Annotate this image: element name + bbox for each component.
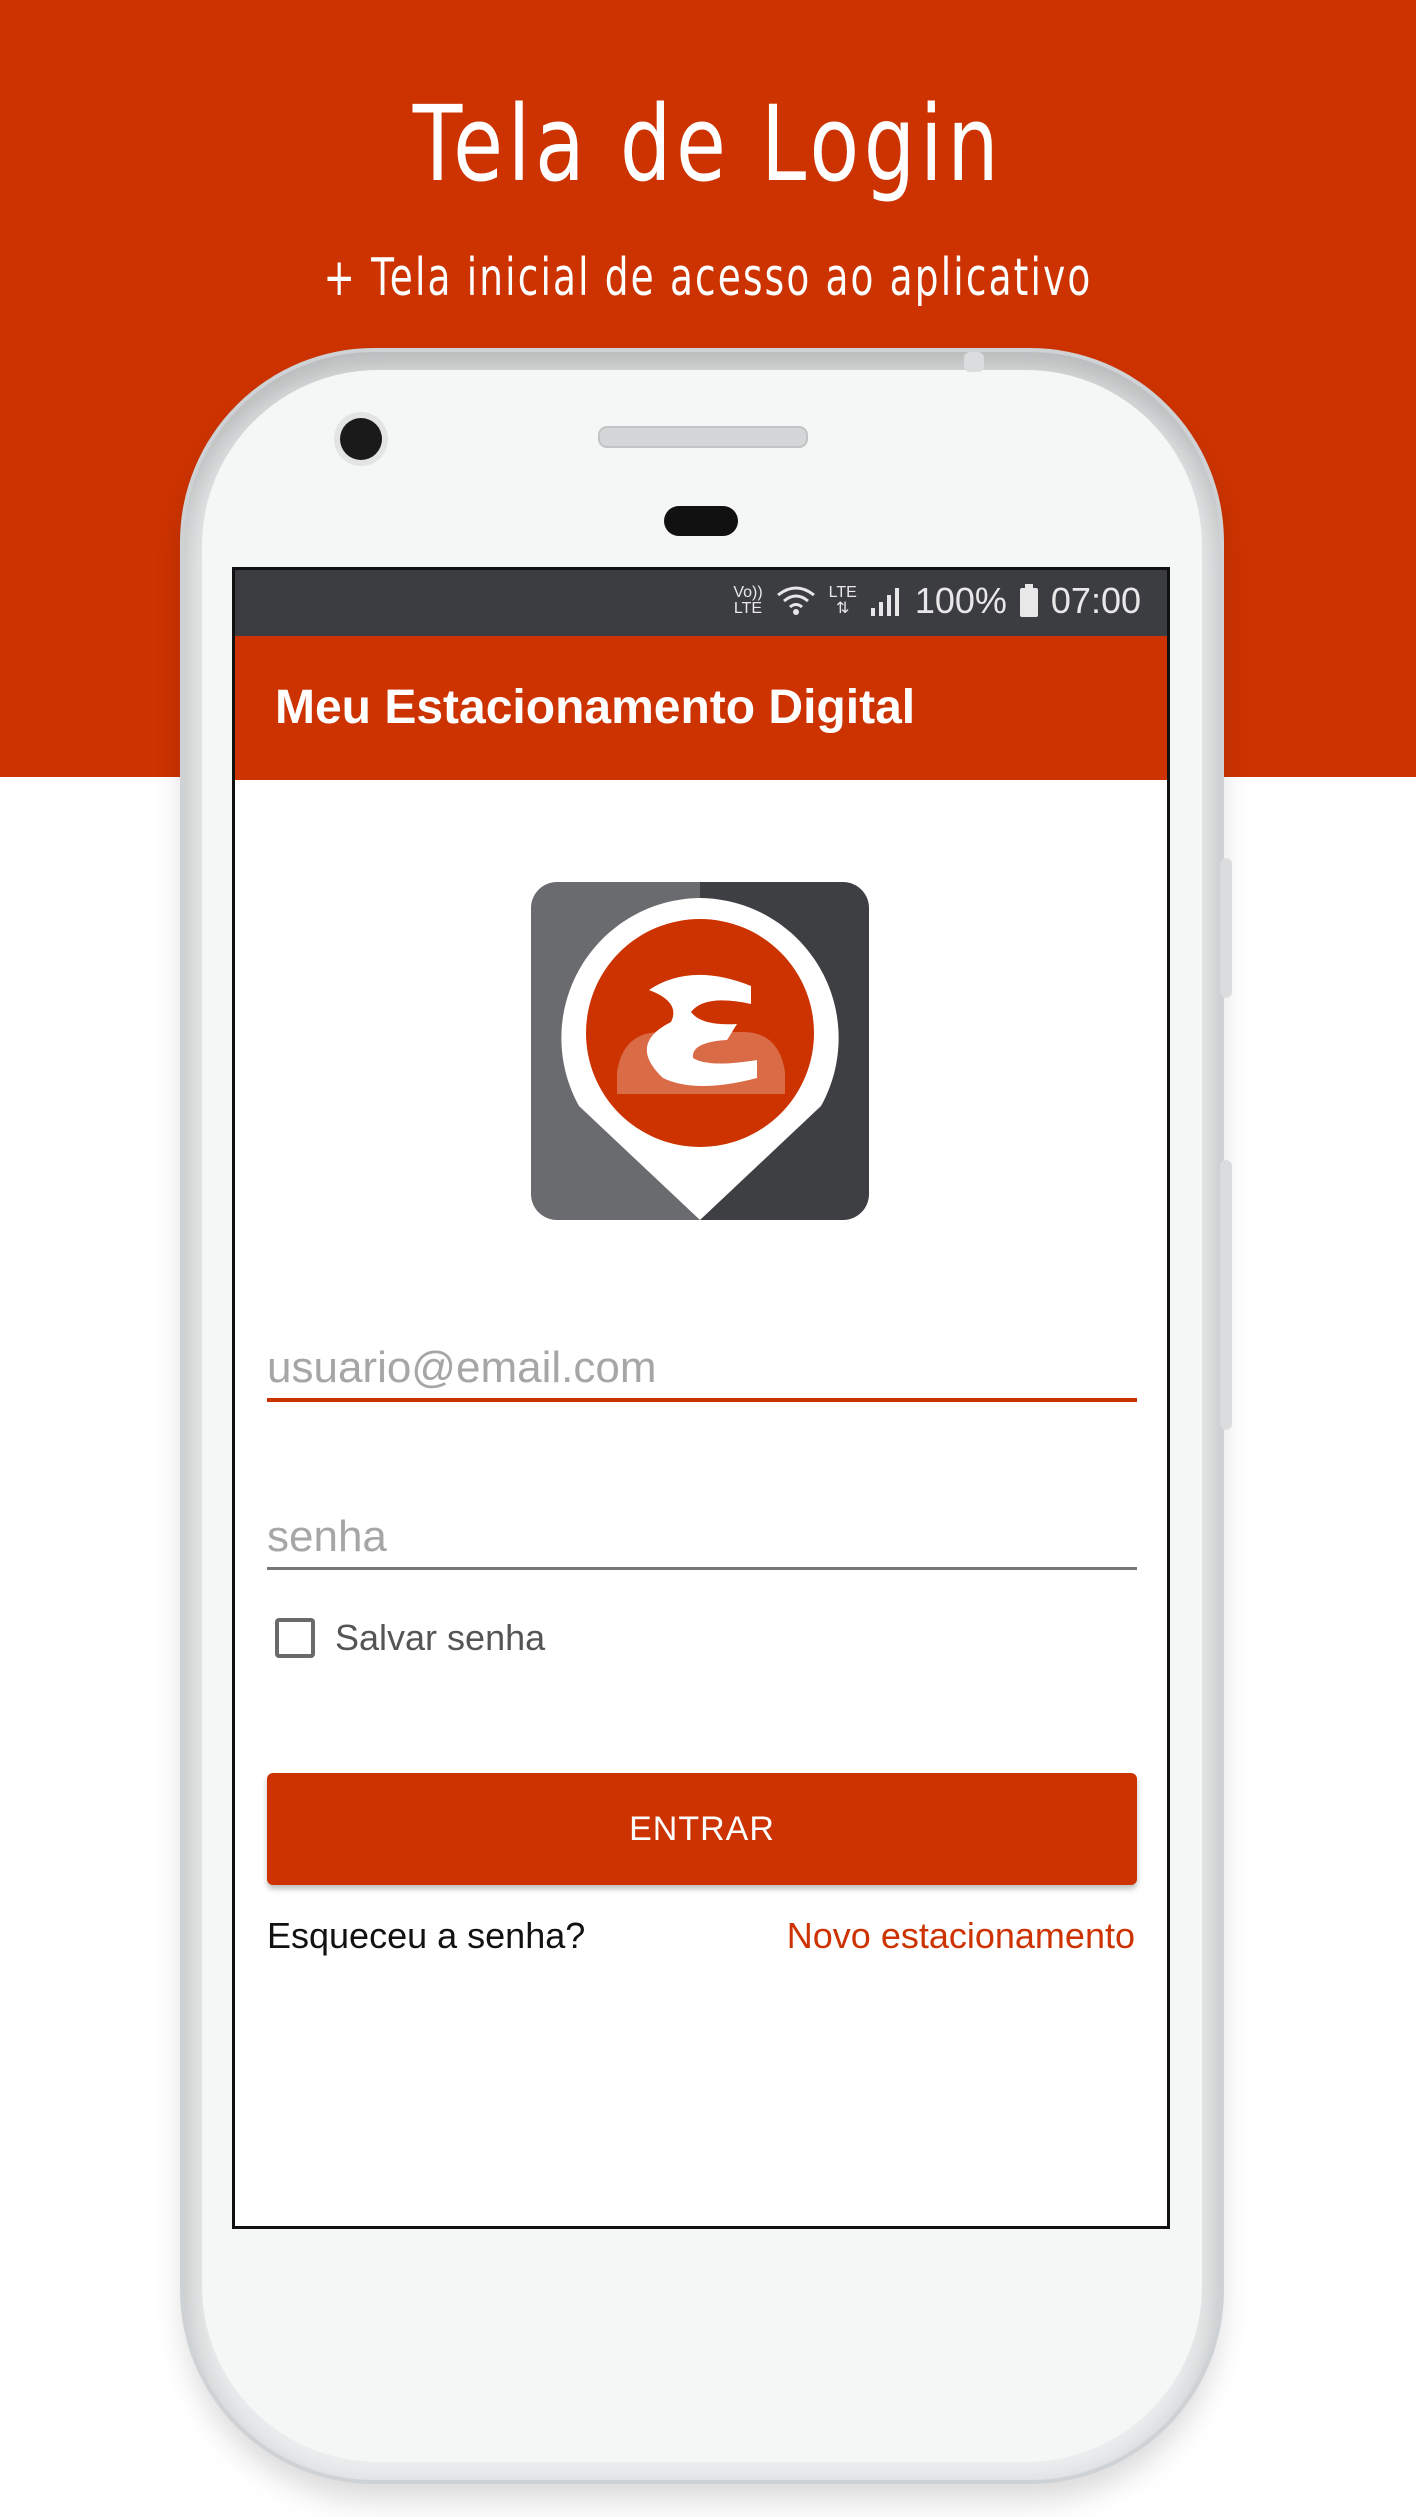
proximity-sensor [664, 506, 738, 536]
lte-arrows-icon: ⇅ [836, 600, 850, 617]
forgot-password-link[interactable]: Esqueceu a senha? [267, 1915, 585, 1957]
new-parking-link[interactable]: Novo estacionamento [787, 1915, 1135, 1957]
front-camera-icon [340, 418, 382, 460]
save-password-checkbox[interactable] [275, 1618, 315, 1658]
volte-icon: Vo)) LTE [733, 585, 762, 617]
email-field[interactable] [267, 1338, 1137, 1402]
save-password-label: Salvar senha [335, 1617, 546, 1658]
volte-label-top: Vo)) [733, 584, 763, 601]
earpiece-speaker [598, 426, 808, 448]
email-input[interactable] [267, 1338, 1137, 1398]
password-input[interactable] [267, 1507, 1137, 1567]
banner-title: Tela de Login [412, 83, 1004, 205]
phone-top-button [964, 352, 984, 372]
lte-icon: LTE ⇅ [829, 585, 857, 617]
parking-logo-icon [531, 882, 869, 1220]
wifi-icon [776, 586, 815, 615]
battery-icon [1019, 584, 1038, 617]
phone-side-button-top [1220, 858, 1232, 998]
phone-screen: Vo)) LTE LTE ⇅ 100% 07:00 Meu Estacionam… [232, 567, 1170, 2229]
banner-subtitle: + Tela inicial de acesso ao aplicativo [323, 248, 1093, 308]
status-bar: Vo)) LTE LTE ⇅ 100% 07:00 [235, 570, 1167, 636]
app-logo [531, 882, 869, 1220]
password-field[interactable] [267, 1507, 1137, 1570]
app-bar: Meu Estacionamento Digital [235, 636, 1167, 780]
volte-label-bottom: LTE [733, 600, 763, 617]
status-time: 07:00 [1050, 580, 1141, 621]
save-password-row[interactable]: Salvar senha [275, 1617, 545, 1659]
phone-side-button-volume [1220, 1160, 1232, 1430]
signal-icon [870, 588, 899, 616]
enter-button[interactable]: ENTRAR [267, 1773, 1137, 1885]
app-title: Meu Estacionamento Digital [275, 681, 916, 734]
battery-percent: 100% [914, 580, 1007, 621]
lte-label: LTE [828, 584, 857, 601]
